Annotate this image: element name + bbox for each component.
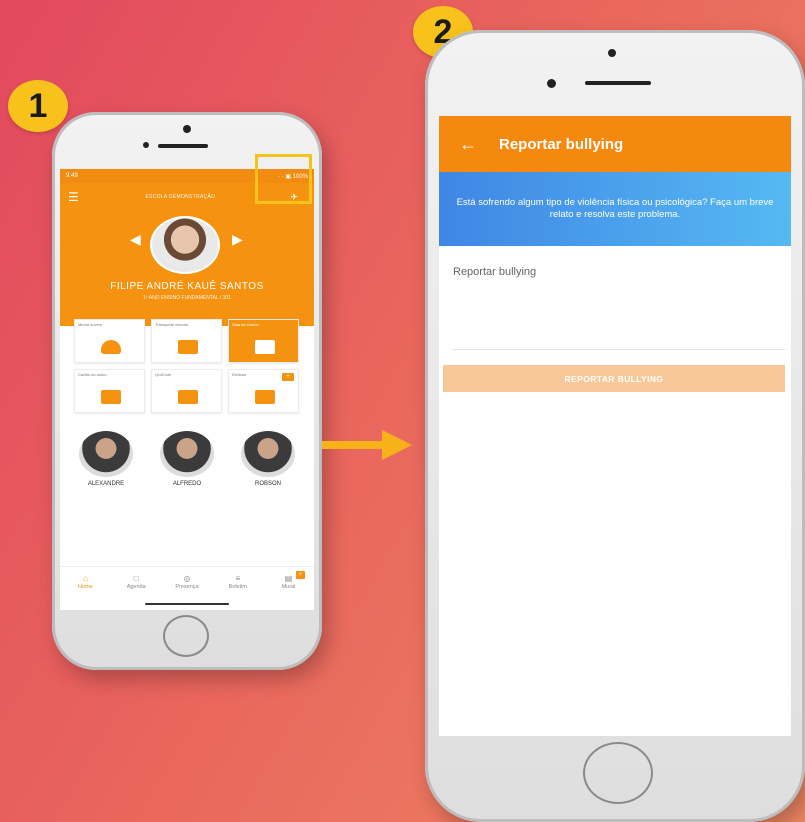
plus-icon: +	[295, 570, 305, 579]
tile-student-card[interactable]: Cartão do aluno	[74, 369, 145, 413]
flow-arrow-icon	[322, 430, 418, 460]
proximity-sensor	[143, 142, 149, 148]
list-icon	[255, 390, 275, 404]
person-name: ALEXANDRE	[87, 481, 125, 487]
nav-report-card[interactable]: ≡ Boletim	[218, 574, 258, 590]
page-title: Reportar bullying	[499, 135, 624, 153]
school-name: ESCOLA DEMONSTRAÇÃO	[145, 194, 216, 200]
menu-icon[interactable]: ☰	[68, 190, 79, 204]
student-name: FILIPE ANDRÉ KAUÊ SANTOS	[110, 281, 264, 292]
tile-qrcode[interactable]: QrdCode	[151, 369, 222, 413]
report-icon: ≡	[235, 573, 241, 583]
person-name: ROBSON	[254, 481, 281, 487]
person-item[interactable]: ALFREDO	[155, 431, 219, 487]
earpiece-speaker	[585, 81, 651, 85]
qr-code-icon	[178, 390, 198, 404]
feature-tiles: Minha nuvem Transporte escolar Sala de e…	[74, 319, 300, 413]
status-time: 9:49	[66, 173, 78, 179]
prev-student-icon[interactable]: ◀	[130, 231, 141, 248]
report-text-field[interactable]: Reportar bullying	[453, 266, 785, 350]
phone-2: ← Reportar bullying Está sofrendo algum …	[425, 30, 805, 822]
tile-label: Cartão do aluno	[78, 372, 107, 377]
step-1-badge: 1	[8, 80, 68, 132]
report-bullying-button[interactable]: REPORTAR BULLYING	[443, 365, 785, 392]
person-photo	[160, 431, 214, 477]
nav-home[interactable]: ⌂ Home	[65, 574, 105, 590]
nav-label: Mural	[281, 583, 296, 590]
back-arrow-icon[interactable]: ←	[459, 134, 477, 155]
cloud-icon	[101, 340, 121, 354]
person-photo	[241, 431, 295, 477]
bus-icon	[178, 340, 198, 354]
tile-label: Transporte escolar	[155, 322, 189, 327]
tile-label: Sala de estudo	[232, 322, 259, 327]
app-bar: ← Reportar bullying	[439, 116, 791, 172]
plus-icon: +	[282, 373, 294, 381]
earpiece-speaker	[158, 144, 208, 148]
home-icon: ⌂	[82, 573, 88, 583]
info-banner: Está sofrendo algum tipo de violência fí…	[439, 172, 791, 246]
nav-label: Presença	[175, 583, 199, 590]
person-item[interactable]: ROBSON	[236, 431, 300, 487]
student-avatar	[150, 216, 220, 274]
nav-mural[interactable]: ▤ + Mural	[269, 570, 309, 590]
home-button[interactable]	[163, 615, 209, 657]
next-student-icon[interactable]: ▶	[232, 231, 243, 248]
calendar-icon: □	[133, 573, 139, 583]
people-list: ALEXANDRE ALFREDO ROBSON	[74, 431, 300, 487]
report-bullying-screen: ← Reportar bullying Está sofrendo algum …	[439, 116, 791, 736]
book-icon	[255, 340, 275, 354]
highlight-box	[255, 154, 312, 204]
bottom-nav: ⌂ Home □ Agenda ◎ Presença ≡ Boletim ▤ +…	[60, 566, 314, 596]
home-screen: 9:49 · · ▣ 100% ☰ ESCOLA DEMONSTRAÇÃO ✈ …	[60, 169, 314, 610]
person-item[interactable]: ALEXANDRE	[74, 431, 138, 487]
tile-study-room[interactable]: Sala de estudo	[228, 319, 299, 363]
student-header: ◀ ▶ FILIPE ANDRÉ KAUÊ SANTOS 1º ANO ENSI…	[60, 211, 314, 326]
person-photo	[79, 431, 133, 477]
nav-attendance[interactable]: ◎ Presença	[167, 574, 207, 590]
report-placeholder: Reportar bullying	[453, 266, 537, 278]
tile-cloud[interactable]: Minha nuvem	[74, 319, 145, 363]
tile-label: Minha nuvem	[78, 322, 103, 327]
person-name: ALFREDO	[172, 481, 202, 487]
tile-electives[interactable]: Eletivas +	[228, 369, 299, 413]
nav-agenda[interactable]: □ Agenda	[116, 574, 156, 590]
tile-transport[interactable]: Transporte escolar	[151, 319, 222, 363]
id-card-icon	[101, 390, 121, 404]
gesture-bar	[145, 603, 229, 605]
home-button[interactable]	[583, 742, 653, 804]
nav-label: Home	[78, 583, 93, 590]
nav-label: Boletim	[228, 583, 247, 590]
front-camera	[608, 49, 616, 57]
student-grade: 1º ANO ENSINO FUNDAMENTAL / 101	[143, 295, 231, 301]
proximity-sensor	[547, 79, 556, 88]
front-camera	[183, 125, 191, 133]
nav-label: Agenda	[126, 583, 146, 590]
tile-label: QrdCode	[155, 372, 172, 377]
location-icon: ◎	[183, 573, 191, 583]
